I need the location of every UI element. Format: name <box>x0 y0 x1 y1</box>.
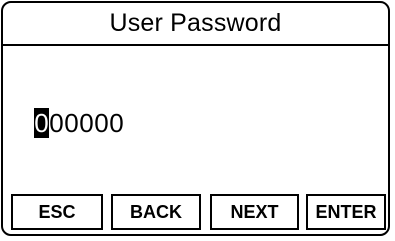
softkey-bar: ESC BACK NEXT ENTER <box>3 194 388 234</box>
password-digit[interactable]: 0 <box>94 108 109 138</box>
page-title: User Password <box>109 9 282 37</box>
password-digit[interactable]: 0 <box>49 108 64 138</box>
next-button[interactable]: NEXT <box>210 194 299 230</box>
password-digit[interactable]: 0 <box>64 108 79 138</box>
password-digit[interactable]: 0 <box>79 108 94 138</box>
password-digit[interactable]: 0 <box>109 108 124 138</box>
password-digit-cursor[interactable]: 0 <box>34 108 49 138</box>
back-button[interactable]: BACK <box>111 194 201 230</box>
esc-button[interactable]: ESC <box>11 194 103 230</box>
password-screen: User Password 0 0 0 0 0 0 ESC BACK NEXT … <box>1 1 390 236</box>
title-bar: User Password <box>3 3 388 46</box>
password-field[interactable]: 0 0 0 0 0 0 <box>34 108 124 138</box>
enter-button[interactable]: ENTER <box>306 194 386 230</box>
